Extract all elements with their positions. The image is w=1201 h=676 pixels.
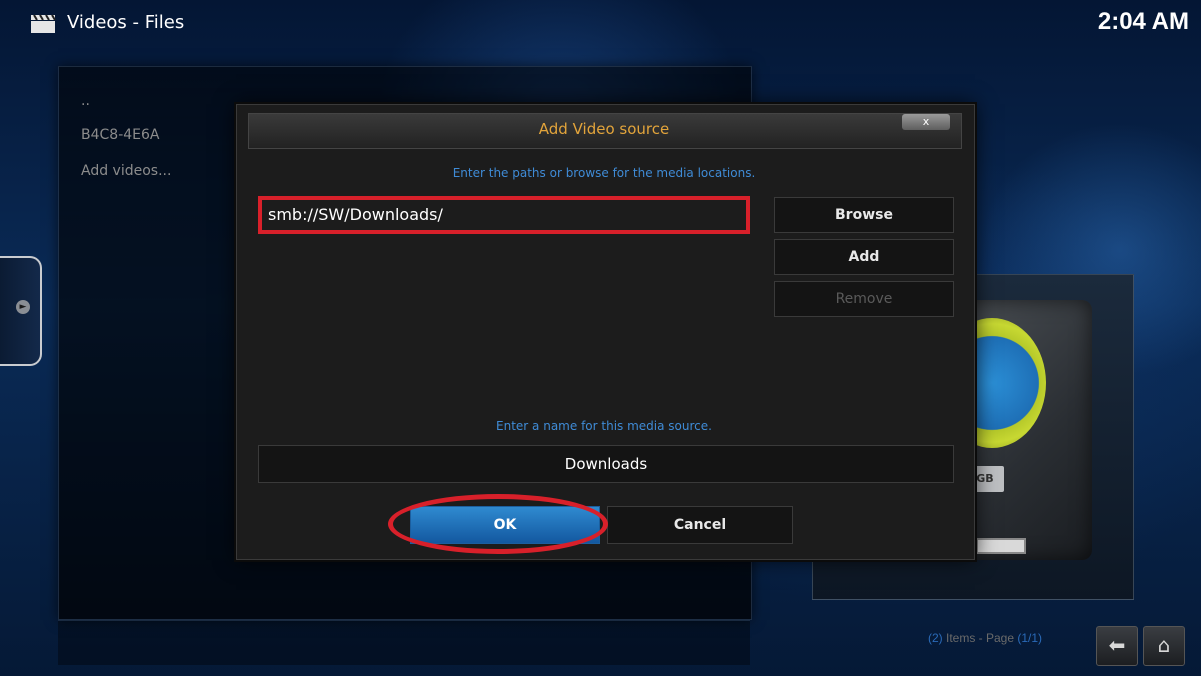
title-section: Videos	[67, 12, 127, 33]
dialog-title: Add Video source	[538, 120, 670, 138]
circle-arrow-icon[interactable]: ►	[16, 300, 30, 314]
remove-button[interactable]: Remove	[774, 281, 954, 317]
source-name-field[interactable]: Downloads	[258, 445, 954, 483]
title-separator: -	[126, 12, 145, 33]
cancel-button[interactable]: Cancel	[607, 506, 793, 544]
item-count-status: (2) Items - Page (1/1)	[928, 631, 1042, 645]
list-item-add-videos[interactable]: Add videos...	[81, 163, 171, 179]
close-icon: x	[922, 115, 930, 128]
paths-hint: Enter the paths or browse for the media …	[452, 166, 756, 180]
close-button[interactable]: x	[902, 114, 950, 130]
title-subsection: Files	[144, 12, 185, 33]
list-item-drive[interactable]: B4C8-4E6A	[81, 127, 159, 143]
status-items-text: Items - Page	[942, 631, 1018, 645]
list-item-parent[interactable]: ..	[81, 93, 90, 109]
status-page: (1/1)	[1017, 631, 1043, 645]
page-title: Videos - Files	[67, 12, 184, 33]
ok-button[interactable]: OK	[410, 506, 600, 544]
clapperboard-icon	[31, 14, 56, 33]
back-button[interactable]: ⬅	[1096, 626, 1138, 666]
kodi-screen: Videos - Files 2:04 AM .. B4C8-4E6A Add …	[0, 0, 1201, 676]
add-button[interactable]: Add	[774, 239, 954, 275]
clock: 2:04 AM	[1097, 8, 1189, 35]
browse-button[interactable]: Browse	[774, 197, 954, 233]
name-hint: Enter a name for this media source.	[496, 419, 712, 433]
top-bar: Videos - Files 2:04 AM	[0, 0, 1201, 50]
usb-port	[976, 538, 1026, 554]
bottom-strip	[58, 620, 750, 665]
status-count: (2)	[928, 631, 943, 645]
home-icon: ⌂	[1157, 633, 1171, 657]
home-button[interactable]: ⌂	[1143, 626, 1185, 666]
arrow-left-icon: ⬅	[1108, 633, 1126, 657]
source-path-text: smb://SW/Downloads/	[268, 205, 443, 224]
